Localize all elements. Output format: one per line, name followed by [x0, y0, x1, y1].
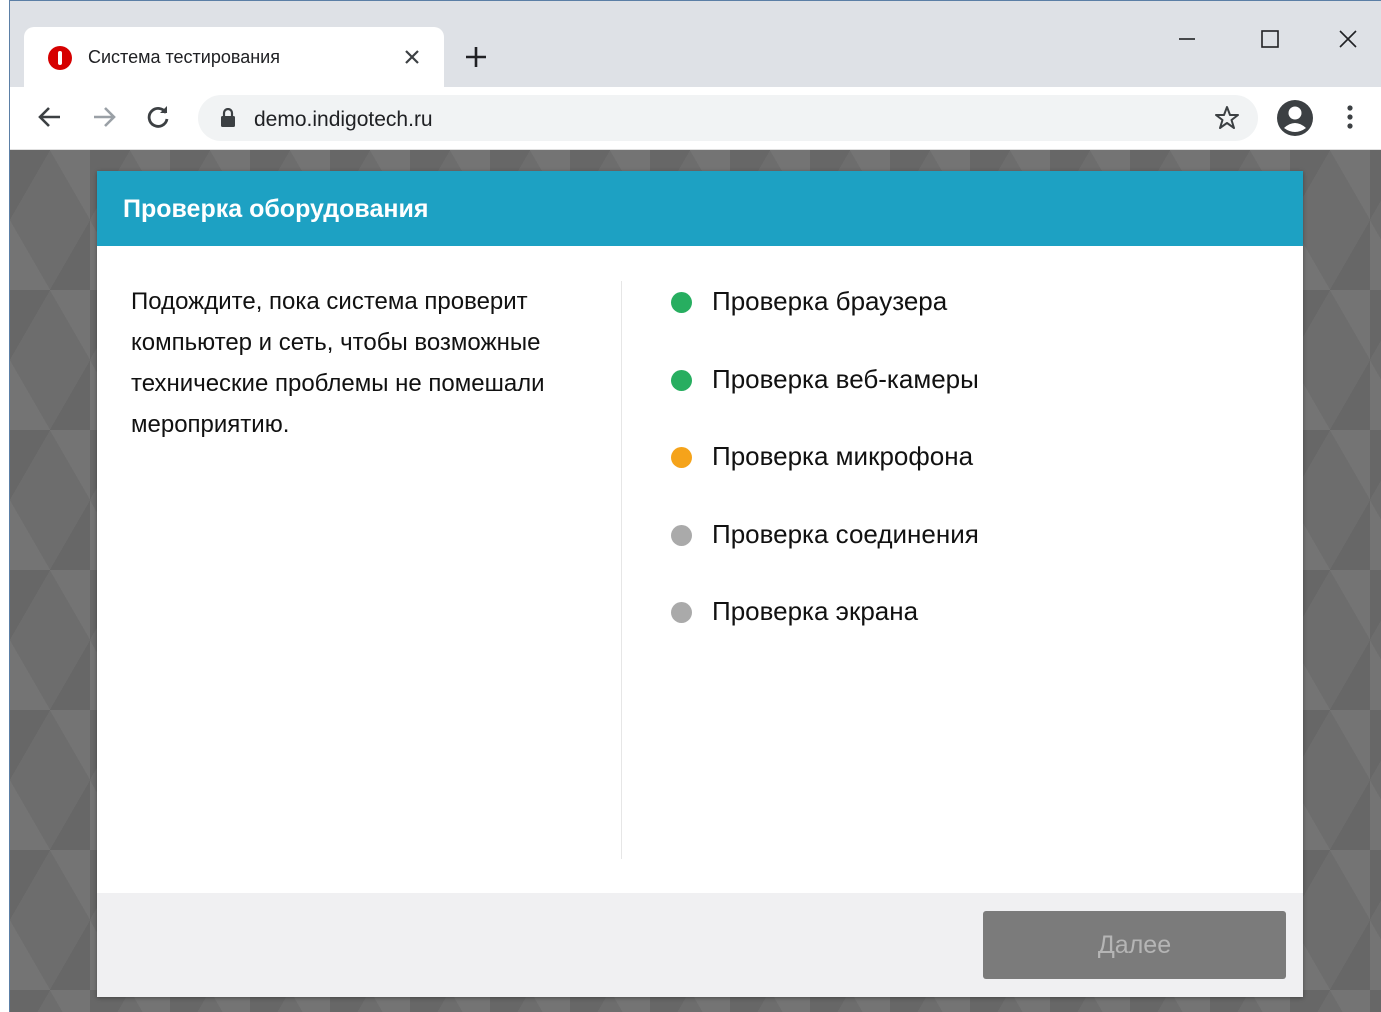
next-button[interactable]: Далее — [983, 911, 1286, 979]
check-label: Проверка соединения — [712, 518, 979, 549]
reload-icon[interactable] — [140, 99, 176, 135]
check-label: Проверка веб-камеры — [712, 363, 979, 394]
check-label: Проверка браузера — [712, 286, 948, 316]
equipment-check-dialog: Проверка оборудования Подождите, пока си… — [97, 171, 1303, 997]
warning-icon — [48, 46, 72, 70]
dialog-title: Проверка оборудования — [123, 195, 429, 223]
profile-icon[interactable] — [1275, 98, 1315, 138]
lock-icon — [220, 107, 236, 133]
browser-tab[interactable]: Система тестирования — [24, 27, 444, 87]
check-item-browser: Проверка браузера — [671, 281, 979, 359]
check-item-microphone: Проверка микрофона — [671, 436, 979, 514]
divider — [621, 281, 622, 859]
address-bar[interactable]: demo.indigotech.ru — [198, 95, 1258, 141]
tab-close-icon[interactable] — [398, 43, 426, 71]
check-label: Проверка микрофона — [712, 441, 974, 471]
dialog-header: Проверка оборудования — [97, 171, 1303, 246]
kebab-menu-icon[interactable] — [1332, 99, 1368, 135]
star-icon[interactable] — [1214, 105, 1240, 136]
check-label: Проверка экрана — [712, 596, 919, 626]
minimize-icon[interactable] — [1167, 19, 1207, 59]
plus-icon[interactable] — [458, 39, 494, 75]
address-url: demo.indigotech.ru — [254, 108, 433, 131]
intro-text: Подождите, пока система проверит компьют… — [131, 288, 545, 438]
status-dot — [671, 447, 692, 468]
tab-strip: Система тестирования — [10, 1, 1381, 87]
check-item-screen: Проверка экрана — [671, 591, 979, 669]
status-dot — [671, 602, 692, 623]
maximize-icon[interactable] — [1250, 19, 1290, 59]
check-list: Проверка браузера Проверка веб-камеры Пр… — [671, 281, 979, 669]
forward-arrow-icon[interactable] — [86, 99, 122, 135]
check-item-connection: Проверка соединения — [671, 514, 979, 592]
back-arrow-icon[interactable] — [32, 99, 68, 135]
check-item-webcam: Проверка веб-камеры — [671, 359, 979, 437]
close-icon[interactable] — [1328, 19, 1368, 59]
browser-toolbar: demo.indigotech.ru — [10, 87, 1381, 150]
dialog-footer: Далее — [97, 893, 1303, 997]
status-dot — [671, 524, 692, 546]
browser-window: Система тестирования demo.indigotech.ru … — [9, 0, 1381, 1012]
page-content: Проверка оборудования Подождите, пока си… — [10, 150, 1381, 1012]
tab-title: Система тестирования — [88, 47, 280, 67]
status-dot — [671, 369, 692, 391]
status-dot — [671, 292, 692, 313]
